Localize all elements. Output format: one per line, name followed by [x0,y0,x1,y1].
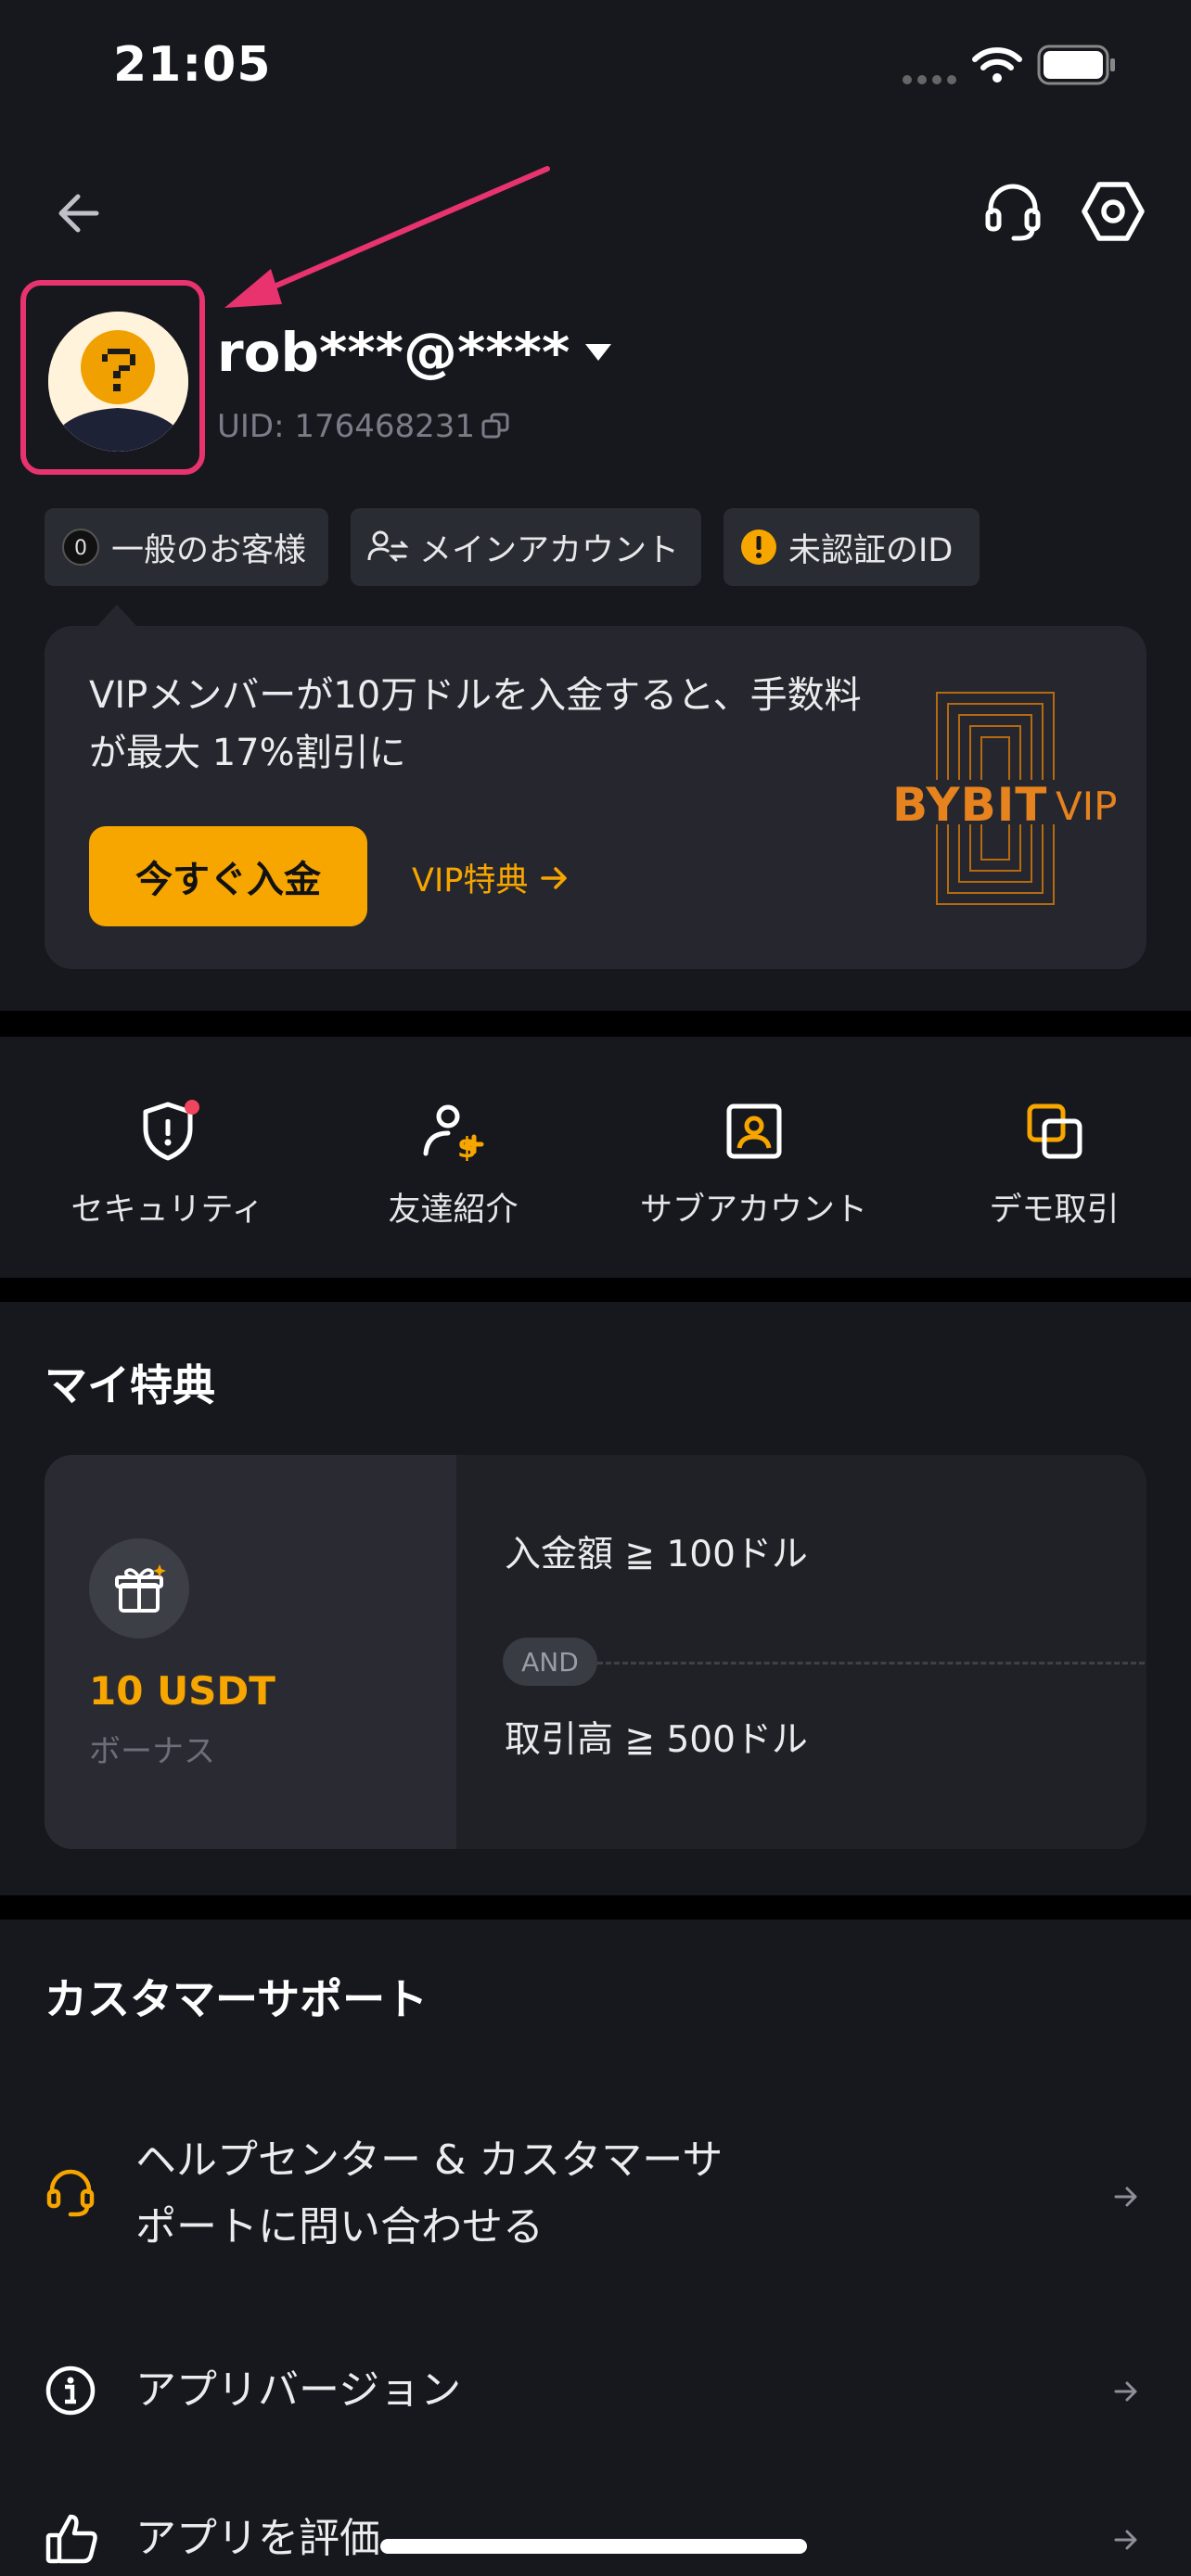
user-switch-icon [367,530,408,562]
caret-down-icon [585,344,612,361]
bybit-logo-text: BYBIT [892,778,1048,832]
quick-action-label: デモ取引 [989,1192,1120,1229]
bonus-label: ボーナス [89,1733,215,1770]
vip-benefits-label: VIP特典 [412,862,529,899]
zero-badge-icon: 0 [62,529,99,566]
thumbs-up-icon [45,2514,97,2564]
help-center-line1: ヘルプセンター & カスタマーサ [135,2136,724,2184]
bybit-vip-logo: BYBIT VIP [887,691,1128,906]
annotation-arrow [213,158,566,325]
vip-promo-text: VIPメンバーが10万ドルを入金すると、手数料が最大 17%割引に [89,674,862,774]
headset-icon [46,2169,95,2217]
arrow-right-icon [1114,2381,1137,2402]
customer-support-button[interactable] [980,178,1046,245]
deposit-now-button[interactable]: 今すぐ入金 [89,826,367,926]
vip-card-pointer [96,605,137,627]
settings-button[interactable] [1078,176,1148,247]
benefit-card[interactable]: 10 USDT ボーナス 入金額 ≧ 100ドル AND 取引高 ≧ 500ドル [45,1455,1146,1849]
arrow-right-icon [1114,2530,1137,2550]
svg-text:0: 0 [74,537,87,560]
wifi-icon [972,46,1022,83]
demo-trading-icon [1027,1103,1082,1159]
quick-action-demo-trading[interactable]: デモ取引 [905,1037,1191,1278]
vip-promo-card: VIPメンバーが10万ドルを入金すると、手数料が最大 17%割引に 今すぐ入金 … [45,626,1146,969]
quick-actions: セキュリティ $ 友達紹介 サブアカウント デモ取引 [0,1037,1191,1278]
notification-dot [184,1100,199,1115]
tag-label: メインアカウント [419,531,680,569]
quick-action-security[interactable]: セキュリティ [19,1037,316,1278]
uid-text: UID: 176468231 [217,408,476,445]
my-benefits-section: マイ特典 10 USDT ボーナス 入金額 ≧ 100ドル AND 取引高 ≧ … [0,1302,1191,1895]
username-text: rob***@**** [217,321,570,384]
arrow-right-icon [1114,2187,1137,2207]
quick-action-label: 友達紹介 [388,1192,519,1229]
subaccount-icon [726,1103,781,1159]
tag-label: 一般のお客様 [111,531,307,569]
vip-benefits-link[interactable]: VIP特典 [412,854,569,901]
referral-icon: $ [423,1104,483,1161]
tag-main-account[interactable]: メインアカウント [351,508,701,586]
info-icon [45,2366,96,2416]
and-badge: AND [503,1638,597,1686]
quick-action-label: セキュリティ [70,1192,264,1229]
gift-icon-badge [89,1538,189,1639]
tag-label: 未認証のID [788,531,954,569]
rate-app-item[interactable]: アプリを評価 [0,2494,1191,2576]
quick-action-referral[interactable]: $ 友達紹介 [304,1037,602,1278]
help-center-item[interactable]: ヘルプセンター & カスタマーサ ポートに問い合わせる [0,2123,1191,2272]
vip-logo-text: VIP [1056,784,1118,829]
settings-hexagon-icon [1082,182,1145,241]
app-version-label: アプリバージョン [135,2366,462,2414]
section-title: カスタマーサポート [45,1974,429,2024]
status-time: 21:05 [113,37,272,93]
bonus-amount: 10 USDT [89,1668,275,1714]
customer-support-section: カスタマーサポート ヘルプセンター & カスタマーサ ポートに問い合わせる アプ… [0,1919,1191,2576]
home-indicator [380,2539,807,2554]
battery-icon [1037,45,1117,85]
signal-icon [902,74,957,85]
status-bar: 21:05 [0,0,1191,139]
avatar[interactable] [48,312,188,452]
warning-icon [741,529,776,565]
tag-unverified-id[interactable]: 未認証のID [724,508,980,586]
profile-section: rob***@**** UID: 176468231 0 一般のお客様 メインア… [0,139,1191,1011]
quick-action-subaccount[interactable]: サブアカウント [605,1037,903,1278]
back-button[interactable] [48,184,108,243]
help-center-line2: ポートに問い合わせる [135,2203,544,2251]
avatar-mystery-icon [48,312,188,452]
uid-row[interactable]: UID: 176468231 [217,408,510,445]
avatar-highlight-frame [20,280,205,475]
headset-icon [985,184,1041,241]
condition-deposit: 入金額 ≧ 100ドル [505,1534,808,1575]
quick-action-label: サブアカウント [639,1192,867,1229]
rate-app-label: アプリを評価 [135,2515,380,2562]
tag-customer-level[interactable]: 0 一般のお客様 [45,508,328,586]
copy-icon [481,413,509,439]
username[interactable]: rob***@**** [217,321,614,384]
arrow-left-icon [58,194,99,233]
bonus-panel: 10 USDT ボーナス [45,1455,456,1849]
condition-trading-volume: 取引高 ≧ 500ドル [505,1719,808,1761]
app-version-item[interactable]: アプリバージョン [0,2346,1191,2439]
section-title: マイ特典 [45,1360,215,1410]
gift-icon [115,1564,166,1613]
arrow-right-icon [541,866,568,889]
divider [597,1662,1145,1664]
